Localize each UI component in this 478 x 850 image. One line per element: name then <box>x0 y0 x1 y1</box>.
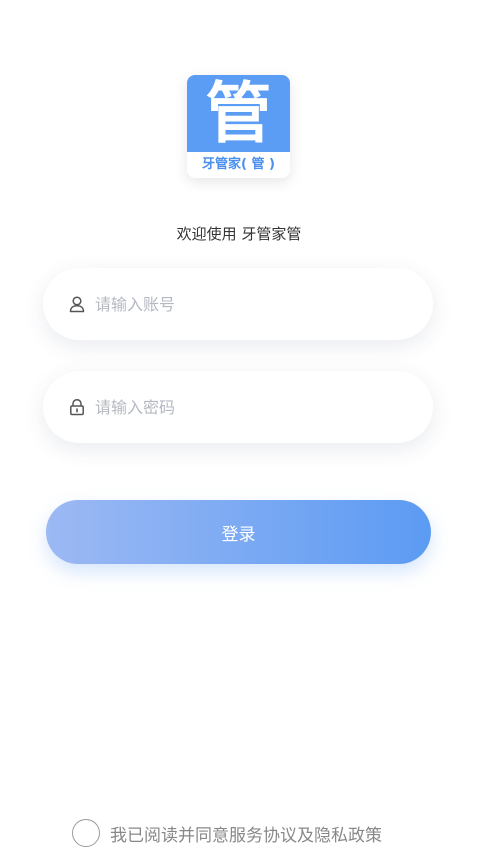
lock-icon <box>70 399 84 416</box>
password-field[interactable] <box>43 371 433 443</box>
logo-caption: 牙管家( 管 ) <box>202 157 275 172</box>
logo-top-panel: 管 <box>187 75 290 152</box>
logo-glyph: 管 <box>205 75 272 152</box>
user-icon <box>69 296 85 313</box>
agreement-text[interactable]: 我已阅读并同意服务协议及隐私政策 <box>110 821 382 846</box>
account-input[interactable] <box>95 288 415 320</box>
account-field[interactable] <box>43 268 433 340</box>
welcome-text: 欢迎使用 牙管家管 <box>176 225 302 243</box>
app-logo: 管 牙管家( 管 ) <box>187 75 290 178</box>
agreement-checkbox[interactable] <box>72 819 100 847</box>
login-button[interactable]: 登录 <box>46 500 431 564</box>
agreement-row: 我已阅读并同意服务协议及隐私政策 <box>72 817 382 849</box>
password-input[interactable] <box>95 391 415 423</box>
